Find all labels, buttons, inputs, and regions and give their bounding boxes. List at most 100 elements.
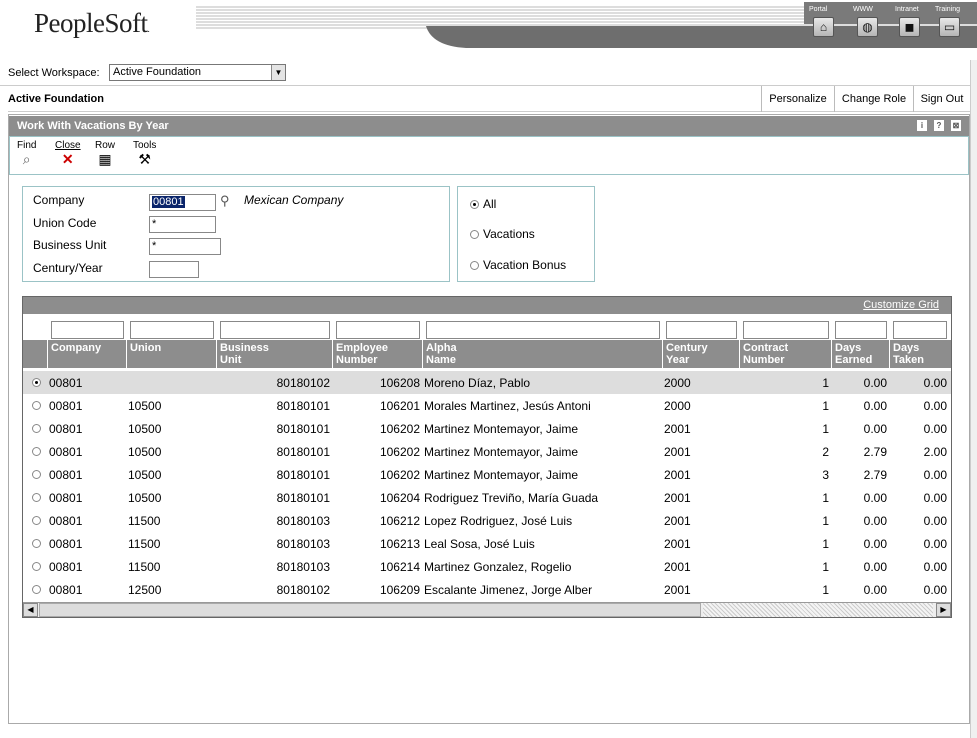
change-role-link[interactable]: Change Role [834,86,913,112]
column-header-5[interactable]: Century Year [662,340,739,368]
column-header-0[interactable]: Company [47,340,126,368]
column-header-line1: Days [835,342,862,354]
row-menu-button[interactable]: Row ▦ [95,140,115,167]
radio-bonus-dot [470,260,479,270]
radio-all[interactable]: All [470,197,496,211]
table-row[interactable]: 00801 11500 80180103 106213 Leal Sosa, José … [23,532,951,555]
column-header-6[interactable]: Contract Number [739,340,831,368]
table-row[interactable]: 00801 10500 80180101 106204 Rodriguez Treviñ… [23,486,951,509]
scroll-thumb[interactable] [39,603,701,617]
cell-col-6: 1 [822,399,829,413]
close-button[interactable]: Close ✕ [55,140,81,167]
horizontal-scrollbar[interactable]: ◀ ▶ [23,602,951,617]
table-row[interactable]: 00801 10500 80180101 106202 Martinez Montema… [23,417,951,440]
column-header-line2: Earned [835,354,873,366]
cell-col-3: 106204 [379,491,420,505]
filter-input-4[interactable] [426,321,660,339]
row-select-radio[interactable] [32,493,41,502]
cell-col-7: 0.00 [863,399,887,413]
radio-vacation-bonus[interactable]: Vacation Bonus [470,258,566,272]
home-icon[interactable]: ⌂ [813,17,834,37]
company-value: 00801 [152,196,185,208]
table-row[interactable]: 00801 11500 80180103 106212 Lopez Rodriguez,… [23,509,951,532]
personalize-link[interactable]: Personalize [761,86,834,112]
row-select-radio[interactable] [32,378,41,387]
cell-col-0: 00801 [49,537,83,551]
cell-col-7: 0.00 [863,537,887,551]
column-header-8[interactable]: Days Taken [889,340,949,368]
row-select-radio[interactable] [32,470,41,479]
business-unit-input[interactable]: * [149,238,221,255]
find-button[interactable]: Find ⌕ [17,140,36,167]
filter-input-3[interactable] [336,321,420,339]
table-row[interactable]: 00801 10500 80180101 106202 Martinez Montema… [23,463,951,486]
cell-col-0: 00801 [49,514,83,528]
table-row[interactable]: 00801 11500 80180103 106214 Martinez Gonzale… [23,555,951,578]
info-icon[interactable]: i [917,120,927,131]
search-icon[interactable]: ⚲ [220,193,230,209]
century-year-input[interactable] [149,261,199,278]
cell-col-0: 00801 [49,560,83,574]
form-title-bar: Work With Vacations By Year i ? ⊠ [9,116,969,136]
workspace-select[interactable]: Active Foundation ▼ [109,64,286,81]
row-select-radio[interactable] [32,424,41,433]
filter-input-8[interactable] [893,321,947,339]
row-select-radio[interactable] [32,516,41,525]
radio-vacations[interactable]: Vacations [470,227,535,241]
row-select-radio[interactable] [32,585,41,594]
page-scrollbar[interactable] [970,60,977,738]
union-code-input[interactable]: * [149,216,216,233]
book-icon[interactable]: ◼ [899,17,920,37]
cell-col-1: 11500 [128,514,161,528]
about-icon[interactable]: ⊠ [951,120,961,131]
row-select-radio[interactable] [32,539,41,548]
column-header-2[interactable]: Business Unit [216,340,332,368]
table-row[interactable]: 00801 80180102 106208 Moreno Díaz, Pablo 200… [23,371,951,394]
filter-input-1[interactable] [130,321,214,339]
filter-input-5[interactable] [666,321,737,339]
filter-input-2[interactable] [220,321,330,339]
business-unit-label: Business Unit [33,238,107,252]
row-select-radio[interactable] [32,562,41,571]
column-header-line2: Taken [893,354,924,366]
cell-col-0: 00801 [49,445,83,459]
row-select-radio[interactable] [32,401,41,410]
help-icon[interactable]: ? [934,120,944,131]
grid-header-bar: Customize Grid [23,297,951,314]
scroll-track[interactable] [703,603,933,617]
row-select-radio[interactable] [32,447,41,456]
filter-input-0[interactable] [51,321,124,339]
cell-col-1: 10500 [128,445,162,459]
customize-grid-link[interactable]: Customize Grid [863,299,939,311]
column-header-7[interactable]: Days Earned [831,340,889,368]
sign-out-link[interactable]: Sign Out [913,86,970,112]
table-row[interactable]: 00801 12500 80180102 106209 Escalante Jimene… [23,578,951,601]
table-row[interactable]: 00801 10500 80180101 106201 Morales Martinez… [23,394,951,417]
column-header-4[interactable]: Alpha Name [422,340,662,368]
globe-icon[interactable]: ◍ [857,17,878,37]
chevron-down-icon[interactable]: ▼ [271,65,285,80]
filter-input-6[interactable] [743,321,829,339]
tools-menu-button[interactable]: Tools ⚒ [133,140,156,167]
cell-col-2: 80180101 [276,399,330,413]
filter-input-7[interactable] [835,321,887,339]
scroll-left-icon[interactable]: ◀ [23,603,38,617]
radio-all-label: All [483,197,497,211]
cell-col-1: 11500 [128,537,161,551]
computer-icon[interactable]: ▭ [939,17,960,37]
nav-label-training: Training [935,6,961,13]
workspace-label: Select Workspace: [8,67,100,79]
cell-col-0: 00801 [49,376,83,390]
radio-vacations-dot [470,229,479,239]
cell-col-0: 00801 [49,468,83,482]
table-row[interactable]: 00801 10500 80180101 106202 Martinez Montema… [23,440,951,463]
cell-col-2: 80180103 [276,560,330,574]
scroll-right-icon[interactable]: ▶ [936,603,951,617]
cell-col-8: 0.00 [923,422,947,436]
company-input[interactable]: 00801 [149,194,216,211]
column-header-1[interactable]: Union [126,340,216,368]
cell-col-6: 1 [822,537,829,551]
column-header-line1: Employee [336,342,388,354]
cell-col-2: 80180103 [276,514,330,528]
column-header-3[interactable]: Employee Number [332,340,422,368]
